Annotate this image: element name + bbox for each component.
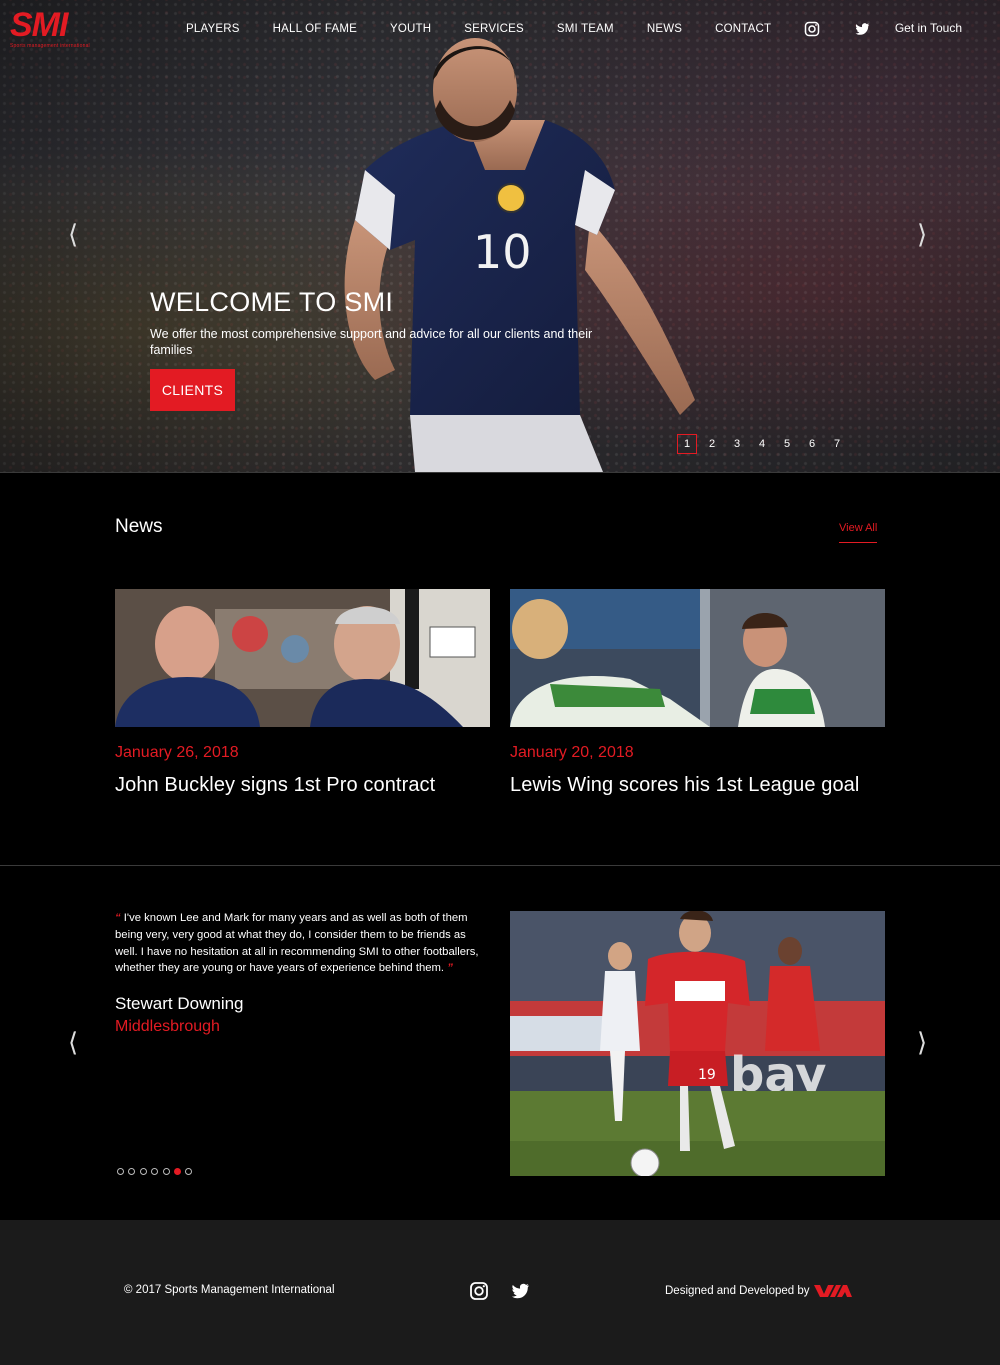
news-date: January 20, 2018 (510, 744, 634, 761)
nav-youth[interactable]: YOUTH (390, 23, 431, 35)
nav-contact[interactable]: CONTACT (715, 23, 771, 35)
testimonial-dot[interactable] (139, 1168, 147, 1175)
nav-smi-team[interactable]: SMI TEAM (557, 23, 614, 35)
hero-caption: WELCOME TO SMI We offer the most compreh… (150, 287, 620, 358)
divider (0, 472, 1000, 473)
credit-text: Designed and Developed by (665, 1285, 810, 1297)
open-quote-icon: “ (115, 912, 121, 924)
testimonial-name: Stewart Downing (115, 994, 244, 1014)
instagram-icon[interactable] (804, 21, 820, 37)
news-date: January 26, 2018 (115, 744, 239, 761)
logo[interactable]: SMI Sports management international (10, 8, 120, 50)
testimonial-next-arrow[interactable]: ⟩ (917, 1030, 927, 1056)
news-heading: News (115, 516, 163, 537)
hero-prev-arrow[interactable]: ⟨ (68, 222, 78, 248)
instagram-icon[interactable] (469, 1281, 489, 1301)
testimonial: “ I've known Lee and Mark for many years… (115, 910, 490, 1036)
news-headline[interactable]: Lewis Wing scores his 1st League goal (510, 774, 885, 797)
logo-text: SMI (10, 6, 68, 44)
hero-page-1[interactable]: 1 (677, 434, 697, 454)
news-card[interactable]: January 20, 2018 Lewis Wing scores his 1… (510, 589, 885, 797)
testimonial-image: bay 19 (510, 911, 885, 1176)
news-image[interactable] (510, 589, 885, 727)
hero-page-2[interactable]: 2 (702, 434, 722, 454)
twitter-icon[interactable] (510, 1281, 530, 1301)
news-headline[interactable]: John Buckley signs 1st Pro contract (115, 774, 490, 797)
logo-tagline: Sports management international (10, 43, 90, 49)
close-quote-icon: ” (447, 962, 453, 975)
testimonial-dots (117, 1168, 197, 1175)
testimonial-dot[interactable] (117, 1168, 124, 1175)
hero-player-image: 10 (344, 38, 695, 472)
news-image[interactable] (115, 589, 490, 727)
hero-subtitle: We offer the most comprehensive support … (150, 327, 593, 357)
hero-next-arrow[interactable]: ⟩ (917, 222, 927, 248)
hero-page-3[interactable]: 3 (727, 434, 747, 454)
nav-hall-of-fame[interactable]: HALL OF FAME (273, 23, 357, 35)
divider (0, 865, 1000, 866)
hero-page-6[interactable]: 6 (802, 434, 822, 454)
testimonial-dot[interactable] (173, 1168, 181, 1175)
hero-page-4[interactable]: 4 (752, 434, 772, 454)
testimonial-dot[interactable] (162, 1168, 170, 1175)
shirt-number: 19 (698, 1067, 716, 1083)
testimonial-dot[interactable] (128, 1168, 136, 1175)
hero-page-5[interactable]: 5 (777, 434, 797, 454)
top-navigation: SMI Sports management international PLAY… (0, 0, 1000, 58)
hero-title: WELCOME TO SMI (150, 287, 394, 317)
shirt-number: 10 (473, 225, 532, 279)
testimonial-prev-arrow[interactable]: ⟨ (68, 1030, 78, 1056)
hero-slider: 10 SMI Sports management international P… (0, 0, 1000, 472)
testimonial-club: Middlesbrough (115, 1018, 220, 1036)
get-in-touch-link[interactable]: Get in Touch (895, 21, 962, 35)
hero-pager: 1 2 3 4 5 6 7 (677, 434, 852, 454)
hero-page-7[interactable]: 7 (827, 434, 847, 454)
developer-logo-icon[interactable] (813, 1284, 852, 1298)
clients-button[interactable]: CLIENTS (150, 369, 235, 411)
view-all-link[interactable]: View All (839, 522, 878, 543)
testimonial-quote: “ I've known Lee and Mark for many years… (115, 910, 490, 977)
copyright-text: © 2017 Sports Management International (124, 1284, 335, 1296)
nav-players[interactable]: PLAYERS (186, 23, 240, 35)
testimonial-dot[interactable] (151, 1168, 159, 1175)
credit: Designed and Developed by (665, 1284, 852, 1298)
main-nav: PLAYERS HALL OF FAME YOUTH SERVICES SMI … (186, 21, 904, 37)
testimonial-dot[interactable] (185, 1168, 193, 1175)
nav-services[interactable]: SERVICES (464, 23, 524, 35)
twitter-icon[interactable] (854, 21, 870, 37)
footer: © 2017 Sports Management International D… (0, 1220, 1000, 1365)
testimonial-text: I've known Lee and Mark for many years a… (115, 912, 479, 975)
news-card[interactable]: January 26, 2018 John Buckley signs 1st … (115, 589, 490, 797)
nav-news[interactable]: NEWS (647, 23, 682, 35)
